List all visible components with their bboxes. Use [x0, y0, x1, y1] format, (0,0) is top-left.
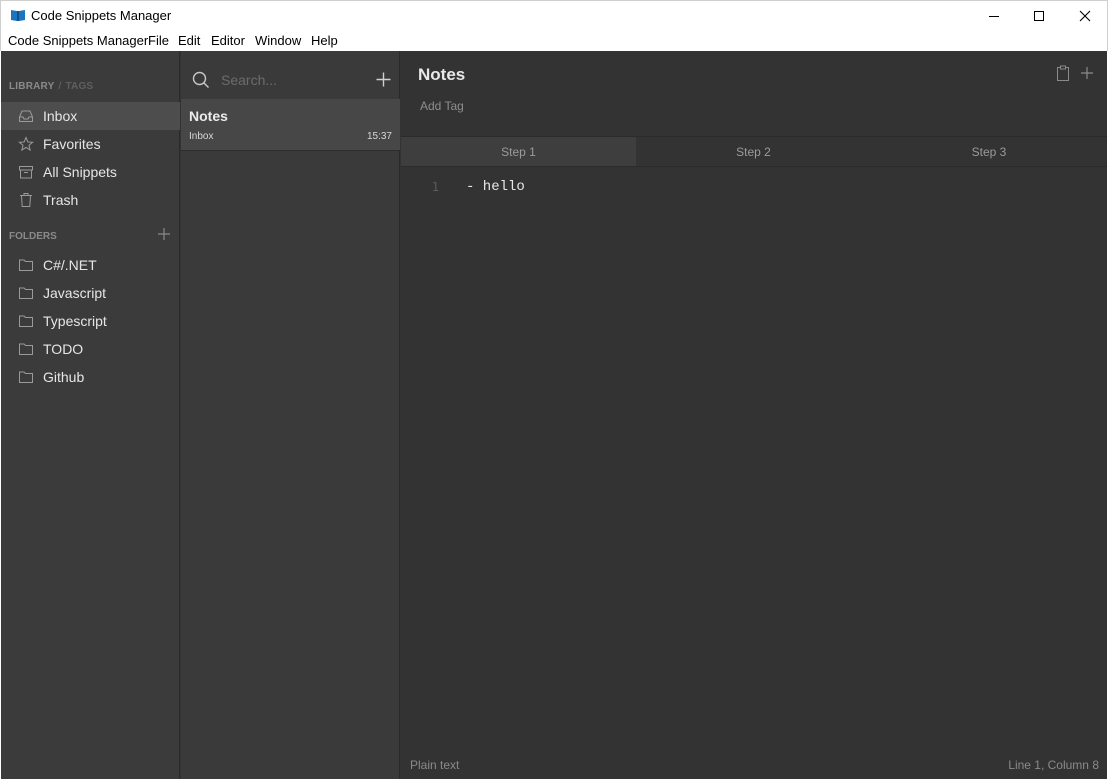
folder-label: Javascript — [43, 285, 107, 301]
status-bar: Plain text Line 1, Column 8 — [401, 751, 1107, 779]
menu-window[interactable]: Window — [255, 33, 301, 48]
add-fragment-icon[interactable] — [1080, 66, 1094, 80]
search-bar — [181, 51, 400, 99]
sidebar-item-trash[interactable]: Trash — [1, 186, 180, 214]
sidebar-item-label: Inbox — [43, 108, 78, 124]
maximize-icon — [1034, 11, 1044, 21]
snippet-time: 15:37 — [366, 131, 392, 142]
menu-edit[interactable]: Edit — [178, 33, 200, 48]
folder-icon — [19, 343, 33, 355]
folders-header: FOLDERS — [9, 231, 57, 242]
cursor-position: Line 1, Column 8 — [1008, 758, 1099, 772]
folder-icon — [19, 287, 33, 299]
trash-icon — [20, 193, 32, 207]
menu-app[interactable]: Code Snippets Manager — [8, 33, 148, 48]
search-icon — [192, 71, 209, 88]
add-folder-icon[interactable] — [157, 227, 171, 241]
star-icon — [18, 136, 34, 152]
code-line: - hello — [466, 179, 525, 195]
menu-bar: Code Snippets Manager File Edit Editor W… — [0, 30, 1108, 51]
folder-label: Typescript — [43, 313, 107, 329]
sidebar: LIBRARY / TAGS Inbox Favorites All Snippet… — [1, 51, 180, 779]
archive-icon — [19, 166, 33, 179]
sidebar-item-favorites[interactable]: Favorites — [1, 130, 180, 158]
folder-item-javascript[interactable]: Javascript — [1, 279, 180, 307]
folder-icon — [19, 371, 33, 383]
tab-step-3[interactable]: Step 3 — [871, 137, 1107, 166]
library-label[interactable]: LIBRARY — [9, 81, 54, 92]
header-separator: / — [58, 81, 62, 92]
folder-label: TODO — [43, 341, 84, 357]
snippet-list-item[interactable]: Notes Inbox 15:37 — [181, 99, 400, 151]
window-title: Code Snippets Manager — [31, 8, 172, 23]
folder-item-todo[interactable]: TODO — [1, 335, 180, 363]
code-editor[interactable]: 1 - hello — [401, 168, 1107, 748]
snippet-title: Notes — [189, 108, 228, 124]
tags-label[interactable]: TAGS — [65, 81, 93, 92]
close-icon — [1079, 10, 1091, 22]
tab-step-1[interactable]: Step 1 — [401, 137, 636, 166]
app-body: LIBRARY / TAGS Inbox Favorites All Snippet… — [1, 51, 1107, 779]
maximize-button[interactable] — [1016, 1, 1062, 31]
add-tag-input[interactable]: Add Tag — [420, 99, 464, 113]
close-button[interactable] — [1062, 1, 1108, 31]
add-snippet-icon[interactable] — [376, 72, 391, 87]
inbox-icon — [19, 110, 33, 122]
clipboard-icon[interactable] — [1056, 65, 1070, 81]
folder-icon — [19, 315, 33, 327]
minimize-icon — [989, 16, 999, 17]
minimize-button[interactable] — [971, 1, 1017, 31]
tab-step-2[interactable]: Step 2 — [636, 137, 871, 166]
folder-label: C#/.NET — [43, 257, 97, 273]
snippet-list: Notes Inbox 15:37 — [181, 51, 400, 779]
menu-editor[interactable]: Editor — [211, 33, 245, 48]
snippet-name-field[interactable]: Notes — [418, 65, 465, 85]
library-tags-header: LIBRARY / TAGS — [9, 81, 93, 92]
folder-label: Github — [43, 369, 85, 385]
folder-item-csharp[interactable]: C#/.NET — [1, 251, 180, 279]
folder-icon — [19, 259, 33, 271]
language-selector[interactable]: Plain text — [410, 758, 459, 772]
app-book-icon — [11, 10, 25, 21]
sidebar-item-inbox[interactable]: Inbox — [1, 102, 180, 130]
folder-item-github[interactable]: Github — [1, 363, 180, 391]
sidebar-item-all-snippets[interactable]: All Snippets — [1, 158, 180, 186]
line-number: 1 — [431, 180, 439, 194]
search-input[interactable] — [221, 70, 361, 90]
snippet-folder: Inbox — [189, 131, 214, 142]
menu-help[interactable]: Help — [311, 33, 338, 48]
sidebar-item-label: All Snippets — [43, 164, 117, 180]
editor-pane: Notes Add Tag Step 1 Step 2 Step 3 1 - h… — [401, 51, 1107, 779]
menu-file[interactable]: File — [148, 33, 169, 48]
title-bar: Code Snippets Manager — [0, 0, 1108, 30]
sidebar-item-label: Trash — [43, 192, 79, 208]
sidebar-item-label: Favorites — [43, 136, 101, 152]
folder-item-typescript[interactable]: Typescript — [1, 307, 180, 335]
fragment-tabs: Step 1 Step 2 Step 3 — [401, 136, 1107, 167]
